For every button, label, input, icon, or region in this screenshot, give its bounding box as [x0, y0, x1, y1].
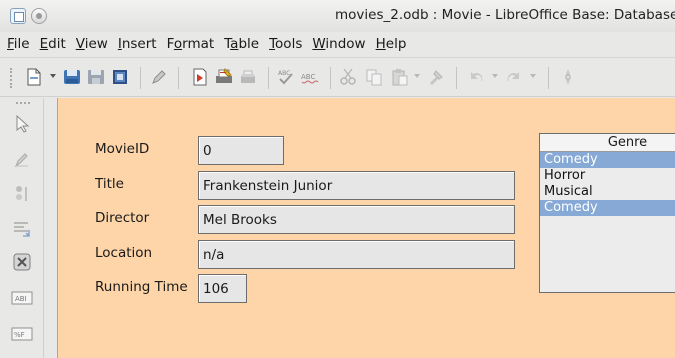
- movieid-label: MovieID: [95, 141, 150, 157]
- menu-format[interactable]: Format: [162, 36, 220, 52]
- print-disabled-icon[interactable]: [236, 65, 260, 89]
- control-wizards-icon[interactable]: [10, 182, 34, 206]
- menu-insert[interactable]: Insert: [113, 36, 162, 52]
- title-label: Title: [95, 176, 124, 192]
- genre-option-horror[interactable]: Horror: [540, 168, 675, 184]
- cut-icon[interactable]: [336, 65, 360, 89]
- export-pdf-icon[interactable]: [188, 65, 212, 89]
- form-controls-toolbar: ABI %F: [0, 98, 44, 358]
- window-title: movies_2.odb : Movie - LibreOffice Base:…: [335, 7, 675, 23]
- menu-file[interactable]: File: [2, 36, 35, 52]
- sidebar-grip[interactable]: [16, 102, 30, 104]
- genre-current-value[interactable]: Comedy: [540, 152, 675, 168]
- save-disabled-icon[interactable]: [84, 65, 108, 89]
- movieid-field[interactable]: 0: [198, 136, 284, 165]
- copy-icon[interactable]: [362, 65, 386, 89]
- new-document-icon[interactable]: [22, 65, 46, 89]
- location-label: Location: [95, 245, 153, 261]
- save-icon[interactable]: [60, 65, 84, 89]
- svg-text:ABC: ABC: [278, 70, 290, 77]
- redo-icon[interactable]: [502, 65, 526, 89]
- running-time-field[interactable]: 106: [198, 274, 247, 303]
- director-label: Director: [95, 210, 150, 226]
- clone-format-icon[interactable]: [424, 65, 448, 89]
- title-field[interactable]: Frankenstein Junior: [198, 171, 515, 200]
- print-icon[interactable]: [212, 65, 236, 89]
- select-pointer-icon[interactable]: [10, 112, 34, 136]
- genre-header: Genre: [540, 134, 675, 152]
- genre-option-comedy[interactable]: Comedy: [540, 200, 675, 216]
- menu-bar: File Edit View Insert Format Table Tools…: [0, 32, 675, 56]
- window-menu-button[interactable]: [31, 8, 47, 24]
- menu-view[interactable]: View: [71, 36, 113, 52]
- paste-icon[interactable]: [388, 65, 412, 89]
- title-bar: movies_2.odb : Movie - LibreOffice Base:…: [0, 0, 675, 32]
- standard-toolbar: ABC ABC: [0, 57, 675, 97]
- edit-pencil-icon[interactable]: [146, 65, 170, 89]
- svg-text:ABI: ABI: [15, 295, 27, 303]
- genre-option-musical[interactable]: Musical: [540, 184, 675, 200]
- app-icon[interactable]: [10, 8, 26, 24]
- menu-help[interactable]: Help: [371, 36, 412, 52]
- undo-dropdown-arrow[interactable]: [492, 74, 498, 78]
- tab-order-icon[interactable]: [10, 216, 34, 240]
- svg-text:ABC: ABC: [301, 73, 315, 81]
- menu-tools[interactable]: Tools: [264, 36, 307, 52]
- close-form-icon[interactable]: [10, 250, 34, 274]
- genre-listbox[interactable]: Genre Comedy Horror Musical Comedy: [539, 133, 675, 293]
- formatted-field-icon[interactable]: %F: [10, 322, 34, 346]
- running-time-label: Running Time: [95, 279, 188, 295]
- menu-window[interactable]: Window: [307, 36, 370, 52]
- navigator-icon[interactable]: [556, 65, 580, 89]
- toolbar-grip[interactable]: [10, 68, 13, 88]
- form-navigator-icon[interactable]: [108, 65, 132, 89]
- undo-icon[interactable]: [464, 65, 488, 89]
- redo-dropdown-arrow[interactable]: [530, 74, 536, 78]
- menu-edit[interactable]: Edit: [35, 36, 71, 52]
- ruler-gutter: [45, 98, 57, 358]
- menu-table[interactable]: Table: [219, 36, 264, 52]
- autospell-icon[interactable]: ABC: [298, 65, 322, 89]
- text-box-icon[interactable]: ABI: [10, 286, 34, 310]
- location-field[interactable]: n/a: [198, 240, 515, 269]
- new-dropdown-arrow[interactable]: [50, 74, 56, 78]
- spellcheck-icon[interactable]: ABC: [274, 65, 298, 89]
- svg-text:%F: %F: [14, 331, 25, 339]
- paste-dropdown-arrow[interactable]: [414, 74, 420, 78]
- director-field[interactable]: Mel Brooks: [198, 205, 515, 234]
- design-mode-icon[interactable]: [10, 148, 34, 172]
